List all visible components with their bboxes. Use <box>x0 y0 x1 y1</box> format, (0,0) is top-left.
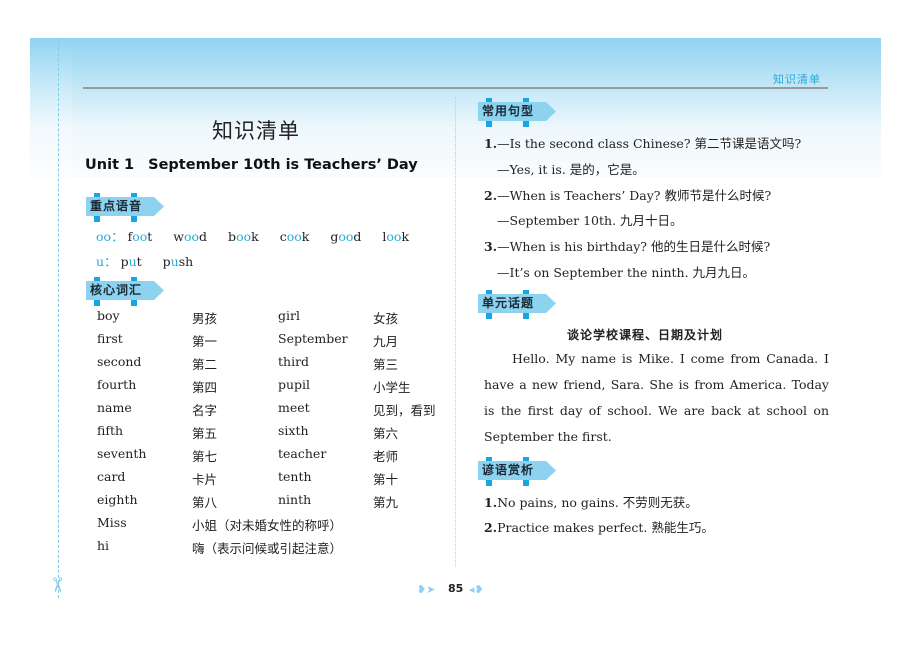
section-tag-label: 重点语音 <box>86 197 164 216</box>
section-tag-label: 单元话题 <box>478 294 556 313</box>
example-word: wood <box>173 229 208 244</box>
running-head: 知识清单 <box>773 73 821 86</box>
sentence-question: 2.—When is Teachers’ Day? 教师节是什么时候? <box>484 188 772 203</box>
example-word: look <box>382 229 410 244</box>
pronunciation-line-u: u： put push <box>96 254 194 269</box>
sentence-question: 3.—When is his birthday? 他的生日是什么时候? <box>484 239 771 254</box>
example-word: foot <box>127 229 153 244</box>
topic-paragraph: Hello. My name is Mike. I come from Cana… <box>484 351 829 444</box>
unit-name: September 10th is Teachers’ Day <box>148 157 418 173</box>
page-footer: ❥➤ 85 ◂❥ <box>417 582 497 600</box>
proverb: 1.No pains, no gains. 不劳则无获。 <box>484 495 698 510</box>
sentence-answer: —It’s on September the ninth. 九月九日。 <box>497 265 756 280</box>
sentence-question: 1.—Is the second class Chinese? 第二节课是语文吗… <box>484 136 802 151</box>
example-word: put <box>120 254 142 269</box>
example-word: book <box>228 229 259 244</box>
section-tag-label: 常用句型 <box>478 102 556 121</box>
page-number: 85 <box>448 582 464 595</box>
example-word: push <box>162 254 194 269</box>
example-word: cook <box>279 229 310 244</box>
sentence-answer: —Yes, it is. 是的，它是。 <box>497 162 645 177</box>
column-divider <box>455 97 456 567</box>
section-tag-label: 核心词汇 <box>86 281 164 300</box>
page-title: 知识清单 <box>212 119 300 143</box>
margin-strip <box>30 38 72 178</box>
proverb: 2.Practice makes perfect. 熟能生巧。 <box>484 520 714 535</box>
topic-title: 谈论学校课程、日期及计划 <box>567 328 724 342</box>
bird-ornament-icon: ❥➤ <box>417 583 436 596</box>
example-word: good <box>330 229 362 244</box>
section-tag-label: 谚语赏析 <box>478 461 556 480</box>
cut-line <box>58 38 59 598</box>
header-rule <box>83 87 828 89</box>
unit-label: Unit 1 <box>85 157 135 173</box>
scissors-icon: ✂ <box>45 576 70 594</box>
sentence-answer: —September 10th. 九月十日。 <box>497 213 683 228</box>
bird-ornament-icon: ◂❥ <box>469 583 484 596</box>
pronunciation-line-oo: oo： foot wood book cook good look <box>96 229 410 244</box>
unit-title: Unit 1 September 10th is Teachers’ Day <box>85 157 418 173</box>
